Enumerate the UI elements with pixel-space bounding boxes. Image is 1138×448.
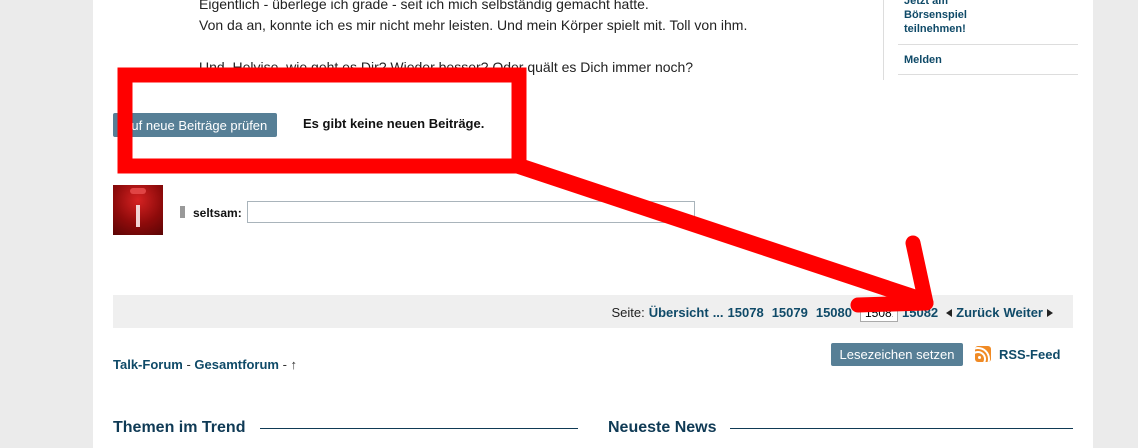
pagination-current-page-input[interactable] bbox=[860, 303, 898, 322]
post-line-3: Und, Helvise, wie geht es Dir? Wieder be… bbox=[199, 59, 694, 75]
breadcrumb-subforum-link[interactable]: Gesamtforum bbox=[194, 357, 279, 372]
avatar-detail bbox=[136, 205, 140, 227]
pagination-prefix: Seite: bbox=[611, 305, 645, 320]
breadcrumb: Talk-Forum - Gesamtforum - ↑ bbox=[113, 357, 297, 372]
section-title-news: Neueste News bbox=[608, 419, 717, 436]
avatar-detail bbox=[130, 188, 146, 194]
rss-feed-label: RSS-Feed bbox=[999, 346, 1061, 362]
rss-feed-link[interactable]: RSS-Feed bbox=[975, 346, 1060, 362]
sidebar-separator bbox=[898, 44, 1078, 45]
pagination-forward-link[interactable]: Weiter bbox=[1004, 305, 1044, 320]
breadcrumb-separator: - bbox=[186, 357, 191, 372]
post-line-2: Von da an, konnte ich es mir nicht mehr … bbox=[199, 17, 748, 33]
pagination-page-link[interactable]: 15082 bbox=[902, 305, 938, 320]
reply-input[interactable] bbox=[247, 201, 695, 223]
rss-icon bbox=[975, 346, 991, 362]
section-divider bbox=[260, 428, 578, 429]
pagination-back-link[interactable]: Zurück bbox=[956, 305, 999, 320]
breadcrumb-up-link[interactable]: ↑ bbox=[291, 357, 298, 372]
section-divider bbox=[730, 428, 1073, 429]
avatar bbox=[113, 185, 163, 235]
pagination-overview-link[interactable]: Übersicht bbox=[649, 305, 709, 320]
pagination-page-link[interactable]: 15080 bbox=[816, 305, 852, 320]
bookmark-button[interactable]: Lesezeichen setzen bbox=[831, 343, 963, 366]
sidebar-link-boersenspiel[interactable]: Jetzt am Börsenspiel teilnehmen! bbox=[904, 0, 1014, 36]
reply-username: seltsam: bbox=[193, 206, 242, 220]
triangle-left-icon bbox=[946, 308, 953, 317]
pagination-bar: Seite: Übersicht ... 15078 15079 15080 1… bbox=[113, 295, 1073, 328]
breadcrumb-forum-link[interactable]: Talk-Forum bbox=[113, 357, 183, 372]
sidebar-divider bbox=[883, 0, 884, 80]
section-title-trend: Themen im Trend bbox=[113, 419, 246, 436]
breadcrumb-separator: - bbox=[282, 357, 287, 372]
sidebar-link-melden[interactable]: Melden bbox=[904, 53, 1072, 67]
check-new-posts-button[interactable]: Auf neue Beiträge prüfen bbox=[113, 113, 277, 137]
pagination-ellipsis: ... bbox=[712, 305, 724, 320]
pagination: Seite: Übersicht ... 15078 15079 15080 1… bbox=[611, 303, 1053, 322]
no-new-posts-message: Es gibt keine neuen Beiträge. bbox=[303, 116, 485, 131]
pagination-page-link[interactable]: 15078 bbox=[728, 305, 764, 320]
post-body: Eigentlich - überlege ich grade - seit i… bbox=[199, 0, 869, 78]
pagination-page-link[interactable]: 15079 bbox=[772, 305, 808, 320]
sidebar-separator bbox=[898, 74, 1078, 75]
post-line-1: Eigentlich - überlege ich grade - seit i… bbox=[199, 0, 649, 12]
triangle-right-icon bbox=[1047, 308, 1053, 317]
reply-marker bbox=[180, 206, 185, 218]
sidebar: Jetzt am Börsenspiel teilnehmen! Melden bbox=[898, 0, 1078, 75]
